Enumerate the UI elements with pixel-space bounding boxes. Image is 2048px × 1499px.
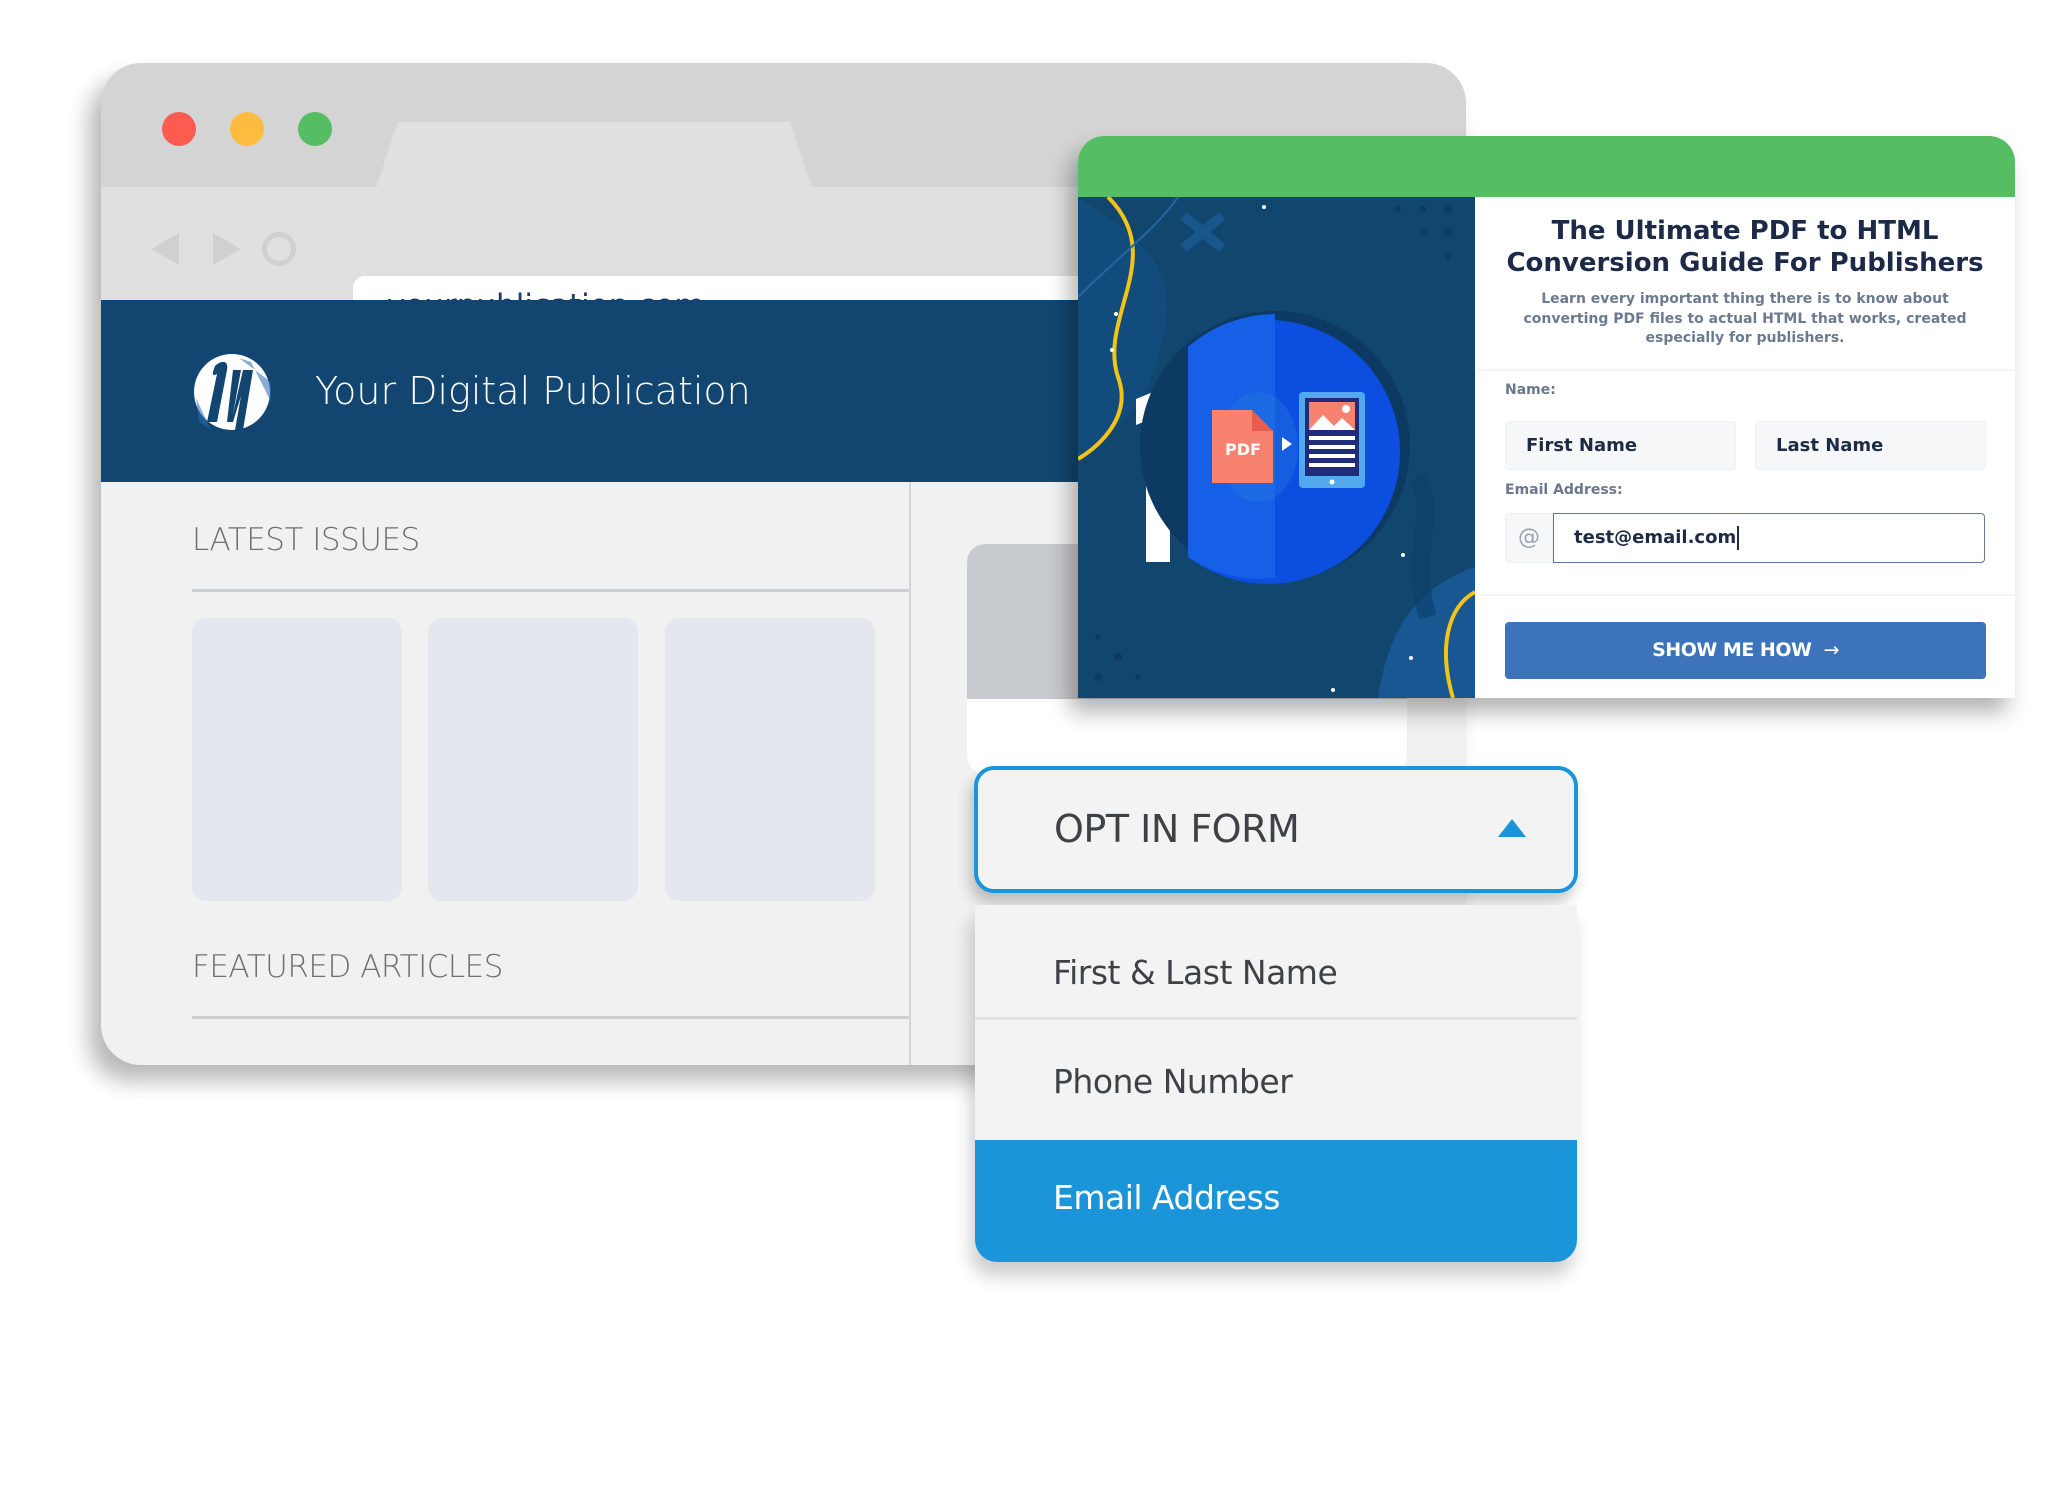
issue-card[interactable] (192, 618, 402, 901)
dropdown-menu: First & Last Name Phone Number Email Add… (975, 905, 1577, 1262)
at-sign-icon: @ (1505, 513, 1553, 563)
artwork-illustration: PDF (1078, 197, 1475, 698)
dropdown-option-email[interactable]: Email Address (975, 1140, 1577, 1262)
form-divider (1475, 594, 2015, 596)
forward-icon[interactable] (213, 233, 241, 265)
column-divider (909, 482, 911, 1065)
dropdown-option-phone[interactable]: Phone Number (975, 1023, 1577, 1140)
show-me-how-label: SHOW ME HOW (1652, 639, 1812, 661)
svg-text:PDF: PDF (1225, 440, 1261, 459)
popup-title: The Ultimate PDF to HTML Conversion Guid… (1475, 215, 2015, 279)
popup-title-line: The Ultimate PDF to HTML (1551, 216, 1939, 246)
show-me-how-button[interactable]: SHOW ME HOW → (1505, 622, 1986, 679)
email-input-value: test@email.com (1574, 527, 1737, 548)
email-input[interactable]: test@email.com (1553, 513, 1985, 563)
latest-issues-divider (192, 589, 911, 592)
m-logo-icon[interactable] (193, 352, 271, 432)
latest-issues-heading: LATEST ISSUES (192, 522, 420, 558)
last-name-input[interactable]: Last Name (1755, 421, 1986, 470)
tablet-article-icon (1299, 392, 1365, 488)
featured-articles-divider (192, 1016, 911, 1019)
close-window-button[interactable] (162, 112, 196, 146)
arrow-right-icon: → (1823, 639, 1839, 661)
dropdown-option-name[interactable]: First & Last Name (975, 905, 1577, 1020)
minimize-window-button[interactable] (230, 112, 264, 146)
popup-title-line: Conversion Guide For Publishers (1506, 248, 1984, 278)
optin-form: The Ultimate PDF to HTML Conversion Guid… (1475, 197, 2015, 698)
first-name-input[interactable]: First Name (1505, 421, 1736, 470)
issue-card[interactable] (428, 618, 638, 901)
form-divider (1475, 369, 2015, 371)
popup-artwork: PDF (1078, 197, 1475, 698)
optin-form-dropdown[interactable]: OPT IN FORM (974, 766, 1578, 893)
maximize-window-button[interactable] (298, 112, 332, 146)
issue-card[interactable] (665, 618, 875, 901)
caret-up-icon (1498, 819, 1526, 837)
back-icon[interactable] (151, 233, 179, 265)
email-label: Email Address: (1505, 482, 1623, 498)
text-cursor (1737, 526, 1740, 550)
popup-subtitle: Learn every important thing there is to … (1523, 291, 1967, 346)
popup-accent-bar (1078, 136, 2015, 197)
dropdown-label: OPT IN FORM (1054, 807, 1300, 851)
reload-icon[interactable] (262, 232, 296, 266)
featured-articles-heading: FEATURED ARTICLES (192, 949, 503, 985)
name-label: Name: (1505, 382, 1556, 398)
optin-popup: PDF The Ultimate PDF to HTML Conversion … (1078, 136, 2015, 698)
browser-tab[interactable] (376, 122, 812, 188)
site-title: Your Digital Publication (315, 369, 751, 413)
